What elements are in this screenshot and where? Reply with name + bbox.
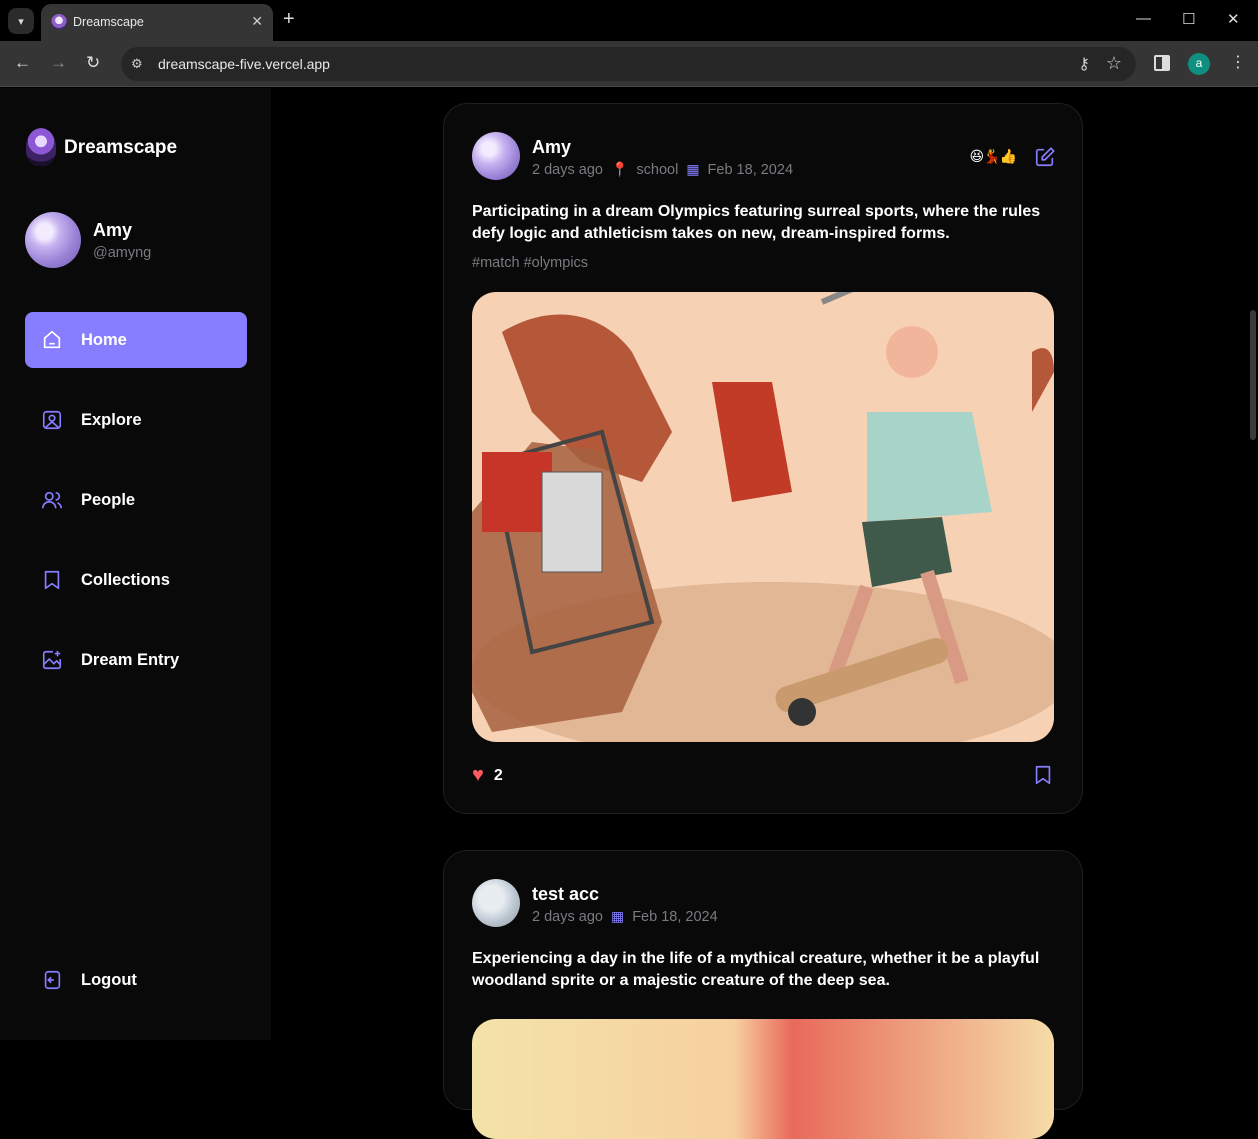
post-reactions: 😆💃👍 (969, 148, 1017, 164)
post-time: 2 days ago (532, 908, 603, 925)
olympics-illustration (472, 292, 1054, 742)
home-icon (43, 330, 61, 349)
post-caption: Participating in a dream Olympics featur… (472, 203, 1041, 242)
star-icon[interactable]: ☆ (1106, 53, 1122, 74)
post-date: Feb 18, 2024 (707, 161, 794, 178)
browser-titlebar: ▾ Dreamscape ✕ + — ☐ ✕ (0, 0, 1258, 41)
dreamcatcher-logo-icon[interactable] (26, 128, 56, 166)
app-root: Dreamscape Amy @amyng Home Explore Peopl… (0, 88, 1258, 1139)
like-count: 2 (493, 766, 503, 784)
menu-icon[interactable]: ⋮ (1230, 52, 1246, 72)
bookmark-icon (44, 570, 60, 590)
user-name[interactable]: Amy (93, 220, 132, 241)
minimize-button[interactable]: — (1136, 10, 1151, 27)
location-pin-icon: 📍 (610, 161, 629, 177)
reload-button[interactable]: ↻ (86, 53, 100, 73)
nav-item-home[interactable]: Home (25, 312, 247, 368)
address-bar[interactable]: ⚙ dreamscape-five.vercel.app ⚷ ☆ (121, 47, 1136, 81)
nav-item-label: People (81, 490, 136, 509)
post-card: Amy 2 days ago 📍 school ▦ Feb 18, 2024 😆… (443, 103, 1083, 814)
post-author-name[interactable]: Amy (532, 137, 571, 158)
new-tab-button[interactable]: + (283, 8, 295, 31)
nav-item-people[interactable]: People (25, 472, 247, 528)
user-handle: @amyng (93, 245, 152, 261)
post-image[interactable] (472, 292, 1054, 742)
browser-toolbar: ← → ↻ ⚙ dreamscape-five.vercel.app ⚷ ☆ a… (0, 41, 1258, 87)
calendar-icon: ▦ (610, 908, 625, 924)
feed: Amy 2 days ago 📍 school ▦ Feb 18, 2024 😆… (271, 88, 1258, 1139)
user-avatar[interactable] (25, 212, 81, 268)
logout-label: Logout (81, 970, 137, 989)
post-author-avatar[interactable] (472, 879, 520, 927)
tab-search-button[interactable]: ▾ (8, 8, 34, 34)
favicon-icon (51, 14, 67, 30)
post-time: 2 days ago (532, 161, 603, 178)
post-meta: 2 days ago 📍 school ▦ Feb 18, 2024 (532, 161, 793, 178)
close-tab-icon[interactable]: ✕ (251, 13, 263, 30)
browser-tab[interactable]: Dreamscape ✕ (41, 4, 273, 41)
back-button[interactable]: ← (14, 53, 31, 73)
site-info-icon[interactable]: ⚙ (131, 56, 143, 72)
post-card: test acc 2 days ago ▦ Feb 18, 2024 Exper… (443, 850, 1083, 1139)
post-date: Feb 18, 2024 (632, 908, 718, 925)
logout-button[interactable]: Logout (25, 952, 247, 1008)
nav-item-collections[interactable]: Collections (25, 552, 247, 608)
key-icon[interactable]: ⚷ (1078, 54, 1090, 74)
bookmark-icon[interactable] (1032, 764, 1054, 786)
logout-icon (44, 970, 61, 990)
post-caption: Experiencing a day in the life of a myth… (472, 950, 1040, 989)
nav-item-label: Home (81, 330, 127, 349)
forward-button[interactable]: → (50, 53, 67, 73)
people-icon (42, 491, 62, 509)
image-add-icon (42, 650, 62, 670)
edit-icon[interactable] (1034, 146, 1056, 168)
post-author-name[interactable]: test acc (532, 884, 599, 905)
nav-item-dream-entry[interactable]: Dream Entry (25, 632, 247, 688)
sidebar: Dreamscape Amy @amyng Home Explore Peopl… (0, 88, 271, 1040)
calendar-icon: ▦ (686, 161, 700, 177)
close-window-button[interactable]: ✕ (1227, 10, 1240, 28)
post-meta: 2 days ago ▦ Feb 18, 2024 (532, 908, 718, 925)
explore-icon (42, 410, 62, 430)
tab-title: Dreamscape (73, 15, 144, 29)
nav-item-label: Explore (81, 410, 142, 429)
url-text[interactable]: dreamscape-five.vercel.app (158, 56, 330, 72)
nav-item-label: Collections (81, 570, 170, 589)
side-panel-icon[interactable] (1154, 55, 1170, 71)
scrollbar[interactable] (1250, 310, 1256, 440)
heart-icon[interactable]: ♥ (472, 764, 484, 787)
post-author-avatar[interactable] (472, 132, 520, 180)
post-image[interactable] (472, 1019, 1054, 1139)
post-location: school (636, 161, 679, 178)
nav-item-explore[interactable]: Explore (25, 392, 247, 448)
brand-name[interactable]: Dreamscape (64, 137, 177, 159)
like-row: ♥ 2 (472, 764, 503, 787)
profile-avatar[interactable]: a (1188, 53, 1210, 75)
maximize-button[interactable]: ☐ (1182, 10, 1195, 28)
post-tags[interactable]: #match #olympics (472, 255, 588, 271)
nav-item-label: Dream Entry (81, 650, 180, 669)
